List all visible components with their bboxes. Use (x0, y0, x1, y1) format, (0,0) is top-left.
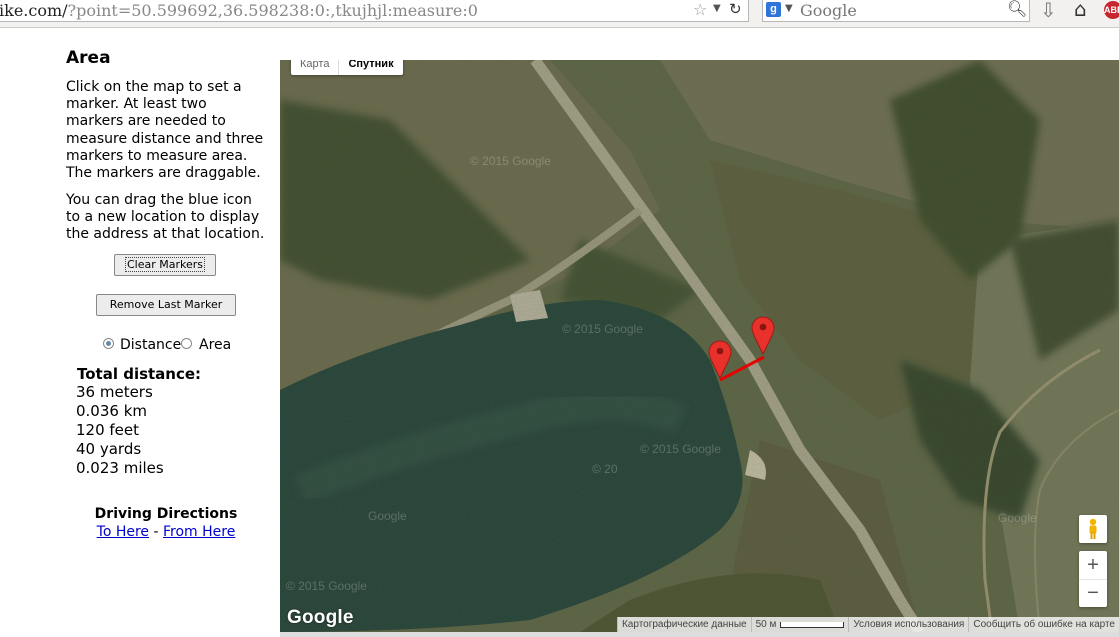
distance-meters: 36 meters (76, 383, 153, 401)
map-scale[interactable]: 50 м (750, 617, 849, 632)
adblock-icon[interactable]: ABP (1104, 1, 1119, 19)
url-bar[interactable]: ike.com/?point=50.599692,36.598238:0:,tk… (0, 0, 749, 22)
search-input[interactable]: Google (800, 1, 857, 20)
to-here-link[interactable]: To Here (97, 524, 149, 540)
scale-bar (780, 621, 845, 628)
zoom-out-button[interactable]: − (1079, 579, 1107, 607)
distance-feet: 120 feet (76, 421, 140, 439)
distance-miles: 0.023 miles (76, 459, 164, 477)
scale-label: 50 м (755, 619, 777, 630)
measure-panel: Area Click on the map to set a marker. A… (0, 48, 280, 637)
map-attribution-bar: Картографические данные 50 м Условия исп… (616, 617, 1119, 632)
url-text: ike.com/?point=50.599692,36.598238:0:,tk… (0, 1, 478, 20)
watermark-3: © 2015 Google (640, 442, 721, 456)
distance-yards: 40 yards (76, 440, 142, 458)
map-type-control: Карта Спутник (291, 60, 403, 75)
watermark-4: Google (368, 509, 407, 523)
distance-radio[interactable] (103, 338, 114, 349)
bookmark-star-icon[interactable]: ☆ (693, 0, 707, 19)
instructions-drag: You can drag the blue icon to a new loca… (66, 192, 265, 243)
search-bar[interactable]: g ▼ Google 🔍︎ (762, 0, 1030, 22)
clear-markers-label: Clear Markers (124, 257, 206, 272)
area-radio[interactable] (181, 338, 192, 349)
zoom-in-button[interactable]: + (1079, 551, 1107, 580)
report-error-link[interactable]: Сообщить об ошибке на карте (968, 617, 1119, 632)
terms-link[interactable]: Условия использования (848, 617, 968, 632)
total-distance-heading: Total distance: (77, 365, 202, 383)
instructions-markers: Click on the map to set a marker. At lea… (66, 79, 264, 182)
search-icon[interactable]: 🔍︎ (1007, 0, 1027, 18)
url-history-dropdown-icon[interactable]: ▼ (713, 3, 721, 14)
pegman-icon (1089, 518, 1097, 539)
panel-title: Area (66, 48, 111, 68)
watermark-2: © 2015 Google (562, 322, 643, 336)
remove-last-marker-button[interactable]: Remove Last Marker (96, 294, 236, 316)
distance-km: 0.036 km (76, 402, 148, 420)
map-bottom-border (280, 632, 1119, 637)
area-radio-label[interactable]: Area (199, 337, 231, 353)
download-icon[interactable]: ⇩ (1040, 0, 1057, 22)
map-type-satellite-button[interactable]: Спутник (339, 60, 402, 75)
url-path: ?point=50.599692,36.598238:0:,tkujhjl:me… (67, 1, 478, 20)
url-host: ike.com/ (0, 1, 68, 20)
browser-toolbar: ike.com/?point=50.599692,36.598238:0:,tk… (0, 0, 1119, 28)
reload-icon[interactable]: ↻ (729, 0, 742, 18)
map-data-link[interactable]: Картографические данные (616, 617, 751, 632)
clear-markers-button[interactable]: Clear Markers (114, 254, 216, 276)
watermark-6: © 20 (592, 462, 618, 476)
home-icon[interactable]: ⌂ (1074, 0, 1087, 21)
google-plus-icon[interactable]: g (766, 2, 781, 17)
google-logo: Google (287, 607, 354, 628)
distance-radio-label[interactable]: Distance (120, 337, 181, 353)
from-here-link[interactable]: From Here (163, 524, 235, 540)
watermark-7: Google (998, 511, 1037, 525)
map-type-map-button[interactable]: Карта (291, 60, 340, 75)
zoom-control: + − (1079, 551, 1107, 607)
street-view-control[interactable] (1079, 515, 1107, 543)
watermark-1: © 2015 Google (470, 154, 551, 168)
link-separator: - (153, 524, 159, 540)
satellite-map[interactable]: © 2015 Google © 2015 Google © 2015 Googl… (280, 60, 1119, 632)
watermark-5: © 2015 Google (286, 579, 367, 593)
search-engine-dropdown-icon[interactable]: ▼ (785, 3, 793, 14)
satellite-imagery (280, 60, 1119, 632)
